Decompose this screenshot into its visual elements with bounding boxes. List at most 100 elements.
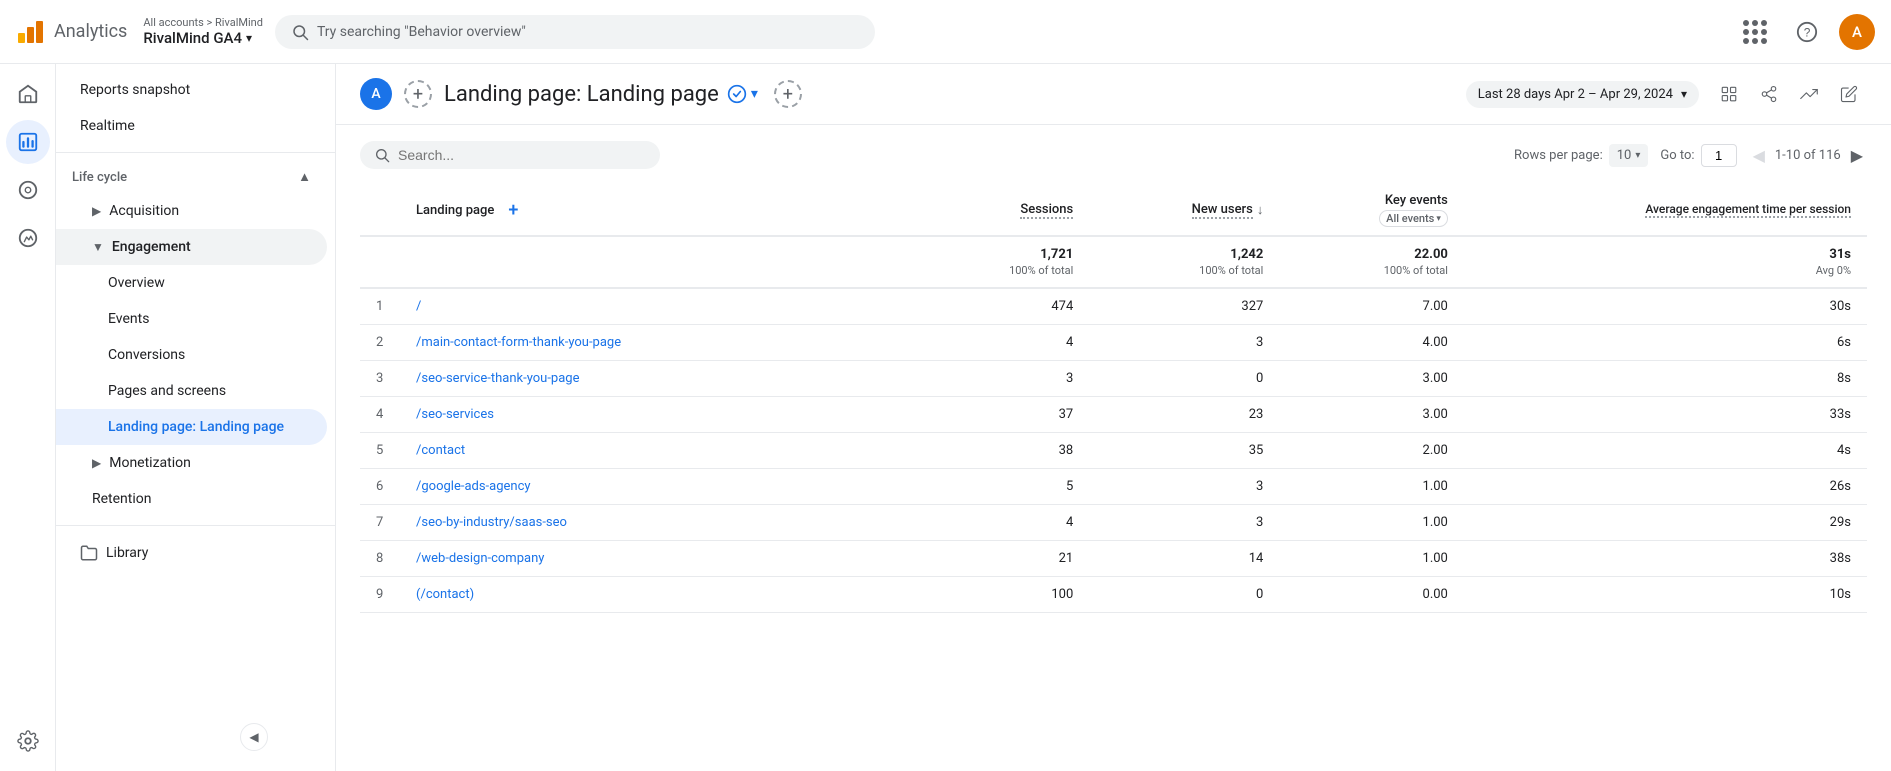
edit-icon xyxy=(1840,85,1858,103)
rows-per-page-value: 10 xyxy=(1617,148,1632,163)
account-path: All accounts > RivalMind xyxy=(143,16,263,29)
next-page-button[interactable]: ▶ xyxy=(1847,142,1867,169)
sidebar-item-realtime[interactable]: Realtime xyxy=(56,108,327,144)
cell-key-events: 0.00 xyxy=(1279,577,1464,613)
help-button[interactable]: ? xyxy=(1787,12,1827,52)
cell-row-num: 1 xyxy=(360,288,400,325)
cell-page[interactable]: / xyxy=(400,288,913,325)
cell-page[interactable]: /seo-by-industry/saas-seo xyxy=(400,505,913,541)
table-row: 8 /web-design-company 21 14 1.00 38s xyxy=(360,541,1867,577)
table-totals-row: 1,721 100% of total 1,242 100% of total xyxy=(360,236,1867,288)
cell-new-users: 14 xyxy=(1089,541,1279,577)
share-button[interactable] xyxy=(1751,76,1787,112)
svg-text:?: ? xyxy=(1804,25,1811,39)
chevron-down-page-icon[interactable]: ▾ xyxy=(751,86,758,102)
user-avatar[interactable]: A xyxy=(1839,14,1875,50)
sidebar-item-retention[interactable]: Retention xyxy=(56,481,327,517)
cell-sessions: 3 xyxy=(913,361,1089,397)
main-layout: Reports snapshot Realtime Life cycle ▲ ▶… xyxy=(0,64,1891,771)
sidebar-item-events[interactable]: Events xyxy=(56,301,327,337)
th-key-events[interactable]: Key events All events ▾ xyxy=(1279,185,1464,236)
cell-page[interactable]: (/contact) xyxy=(400,577,913,613)
cell-row-num: 8 xyxy=(360,541,400,577)
trending-up-icon xyxy=(1800,85,1818,103)
sidebar-item-acquisition[interactable]: ▶ Acquisition xyxy=(56,193,327,229)
grid-dots-icon xyxy=(1743,20,1767,44)
table-container: Rows per page: 10 ▾ Go to: ◀ 1-10 of 116… xyxy=(336,125,1891,629)
nav-divider-2 xyxy=(56,525,335,526)
global-search[interactable]: Try searching "Behavior overview" xyxy=(275,15,875,49)
all-events-filter[interactable]: All events ▾ xyxy=(1379,210,1448,227)
account-selector[interactable]: All accounts > RivalMind RivalMind GA4 ▾ xyxy=(143,16,263,47)
cell-avg-engagement: 26s xyxy=(1464,469,1867,505)
account-name[interactable]: RivalMind GA4 ▾ xyxy=(143,29,263,47)
segment-avatar: A xyxy=(360,78,392,110)
cell-row-num: 9 xyxy=(360,577,400,613)
add-column-button[interactable]: + xyxy=(502,199,524,221)
cell-page[interactable]: /seo-service-thank-you-page xyxy=(400,361,913,397)
cell-key-events: 3.00 xyxy=(1279,397,1464,433)
cell-new-users: 35 xyxy=(1089,433,1279,469)
cell-key-events: 2.00 xyxy=(1279,433,1464,469)
sidebar-icon-home[interactable] xyxy=(6,72,50,116)
table-search-input[interactable] xyxy=(398,147,618,163)
sidebar-icon-advertising[interactable] xyxy=(6,216,50,260)
sidebar-icon-reports[interactable] xyxy=(6,120,50,164)
sidebar-item-landing-page[interactable]: Landing page: Landing page xyxy=(56,409,327,445)
cell-sessions: 21 xyxy=(913,541,1089,577)
sidebar-item-pages-screens[interactable]: Pages and screens xyxy=(56,373,327,409)
all-events-dropdown-icon: ▾ xyxy=(1436,214,1441,224)
totals-avg-engagement: 31s Avg 0% xyxy=(1464,236,1867,288)
edit-button[interactable] xyxy=(1831,76,1867,112)
sort-desc-icon: ↓ xyxy=(1257,202,1264,218)
nav-divider xyxy=(56,152,335,153)
table-search[interactable] xyxy=(360,141,660,169)
chevron-up-icon: ▲ xyxy=(298,169,311,185)
th-new-users[interactable]: New users ↓ xyxy=(1089,185,1279,236)
calendar-dropdown-icon: ▾ xyxy=(1681,87,1687,101)
table-row: 6 /google-ads-agency 5 3 1.00 26s xyxy=(360,469,1867,505)
cell-page[interactable]: /main-contact-form-thank-you-page xyxy=(400,325,913,361)
rows-per-page-select[interactable]: 10 ▾ xyxy=(1609,144,1649,167)
prev-page-button[interactable]: ◀ xyxy=(1749,142,1769,169)
table-row: 3 /seo-service-thank-you-page 3 0 3.00 8… xyxy=(360,361,1867,397)
cell-key-events: 4.00 xyxy=(1279,325,1464,361)
sidebar-item-reports-snapshot[interactable]: Reports snapshot xyxy=(56,72,327,108)
sidebar-item-conversions[interactable]: Conversions xyxy=(56,337,327,373)
cell-page[interactable]: /web-design-company xyxy=(400,541,913,577)
date-range-selector[interactable]: Last 28 days Apr 2 – Apr 29, 2024 ▾ xyxy=(1466,81,1699,108)
sidebar-item-library[interactable]: Library xyxy=(56,534,327,572)
sidebar-item-monetization[interactable]: ▶ Monetization xyxy=(56,445,327,481)
add-comparison-button[interactable]: + xyxy=(774,80,802,108)
go-to-input[interactable] xyxy=(1701,144,1737,167)
table-controls: Rows per page: 10 ▾ Go to: ◀ 1-10 of 116… xyxy=(360,141,1867,169)
insights-button[interactable] xyxy=(1791,76,1827,112)
sidebar-item-engagement[interactable]: ▼ Engagement xyxy=(56,229,327,265)
page-title: Landing page: Landing page ▾ xyxy=(444,82,758,107)
cell-sessions: 100 xyxy=(913,577,1089,613)
add-segment-button[interactable]: + xyxy=(404,80,432,108)
cell-new-users: 0 xyxy=(1089,577,1279,613)
customize-report-button[interactable] xyxy=(1711,76,1747,112)
sidebar-collapse-button[interactable]: ◀ xyxy=(240,723,268,751)
content-area: A + Landing page: Landing page ▾ + Last … xyxy=(336,64,1891,771)
cell-key-events: 1.00 xyxy=(1279,505,1464,541)
account-dropdown-icon: ▾ xyxy=(246,31,252,45)
app-title: Analytics xyxy=(54,21,127,42)
cell-key-events: 1.00 xyxy=(1279,541,1464,577)
cell-page[interactable]: /google-ads-agency xyxy=(400,469,913,505)
sidebar-icon-explore[interactable] xyxy=(6,168,50,212)
apps-button[interactable] xyxy=(1735,12,1775,52)
cell-new-users: 327 xyxy=(1089,288,1279,325)
th-landing-page[interactable]: Landing page + xyxy=(400,185,913,236)
th-sessions[interactable]: Sessions xyxy=(913,185,1089,236)
cell-row-num: 7 xyxy=(360,505,400,541)
cell-page[interactable]: /contact xyxy=(400,433,913,469)
sidebar-icon-settings[interactable] xyxy=(6,719,50,763)
sidebar-section-lifecycle[interactable]: Life cycle ▲ xyxy=(56,161,327,193)
cell-row-num: 4 xyxy=(360,397,400,433)
sidebar-item-overview[interactable]: Overview xyxy=(56,265,327,301)
cell-new-users: 3 xyxy=(1089,325,1279,361)
th-avg-engagement[interactable]: Average engagement time per session xyxy=(1464,185,1867,236)
cell-page[interactable]: /seo-services xyxy=(400,397,913,433)
